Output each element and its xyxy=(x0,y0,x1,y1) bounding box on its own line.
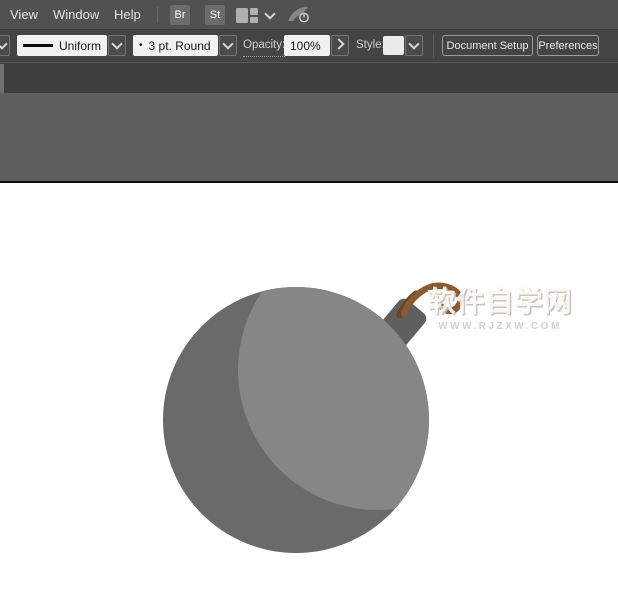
stroke-preview-icon xyxy=(23,44,53,47)
document-tab-strip xyxy=(0,62,618,93)
document-setup-button[interactable]: Document Setup xyxy=(442,35,533,56)
chevron-right-icon xyxy=(333,38,344,49)
style-swatch[interactable] xyxy=(383,36,404,55)
opacity-expand-button[interactable] xyxy=(331,35,349,56)
brush-preview-icon: • xyxy=(139,35,143,56)
brush-value: 3 pt. Round xyxy=(149,39,211,53)
chevron-down-icon xyxy=(222,38,233,49)
preferences-label: Preferences xyxy=(538,40,597,52)
width-profile-select[interactable]: Uniform xyxy=(17,35,107,56)
opacity-label[interactable]: Opacity: xyxy=(243,35,285,57)
style-dropdown-button[interactable] xyxy=(405,35,423,56)
menu-view[interactable]: View xyxy=(10,0,38,30)
menu-bar: View Window Help Br St xyxy=(0,0,618,30)
chevron-down-icon xyxy=(111,38,122,49)
tab-strip-notch xyxy=(0,64,4,93)
document-setup-label: Document Setup xyxy=(447,40,529,52)
bomb-highlight xyxy=(238,230,518,510)
chevron-down-icon[interactable] xyxy=(264,8,275,19)
illustrator-window: View Window Help Br St Uniform xyxy=(0,0,618,596)
menu-help[interactable]: Help xyxy=(114,0,141,30)
stock-button[interactable]: St xyxy=(205,5,225,25)
preferences-button[interactable]: Preferences xyxy=(537,35,599,56)
width-profile-dropdown-button[interactable] xyxy=(108,35,126,56)
control-bar-separator xyxy=(433,34,434,58)
variable-width-profile-stub[interactable] xyxy=(0,35,10,56)
menubar-separator xyxy=(157,7,158,23)
artboard-canvas[interactable]: 软件自学网 WWW.RJZXW.COM xyxy=(0,183,618,596)
workspace-switcher-icon[interactable] xyxy=(236,8,258,23)
chevron-down-icon xyxy=(0,38,7,49)
bridge-button[interactable]: Br xyxy=(170,5,190,25)
menu-window[interactable]: Window xyxy=(53,0,99,30)
bomb-artwork[interactable] xyxy=(0,183,618,596)
pasteboard xyxy=(0,93,618,181)
opacity-input[interactable]: 100% xyxy=(284,35,330,56)
brush-dropdown-button[interactable] xyxy=(219,35,237,56)
width-profile-value: Uniform xyxy=(59,39,101,53)
chevron-down-icon xyxy=(408,38,419,49)
opacity-value: 100% xyxy=(290,39,321,53)
style-label: Style: xyxy=(356,35,385,56)
cloud-power-icon[interactable] xyxy=(286,5,310,25)
brush-select[interactable]: • 3 pt. Round xyxy=(133,35,218,56)
control-bar: Uniform • 3 pt. Round Opacity: 100% Styl… xyxy=(0,30,618,62)
